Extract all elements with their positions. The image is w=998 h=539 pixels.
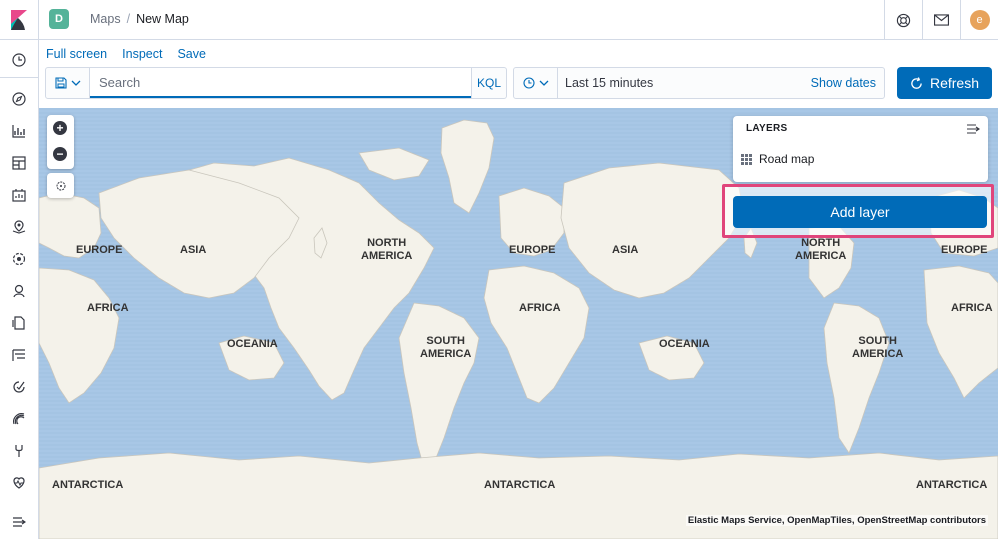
- label-antarctica: ANTARCTICA: [916, 479, 988, 491]
- discover-icon[interactable]: [9, 89, 29, 109]
- label-north-america: NORTH AMERICA: [795, 237, 847, 262]
- label-africa: AFRICA: [951, 302, 993, 314]
- infrastructure-icon[interactable]: [9, 281, 29, 301]
- user-avatar: e: [969, 10, 990, 30]
- zoom-out-icon[interactable]: −: [53, 147, 67, 161]
- save-link[interactable]: Save: [177, 47, 206, 61]
- nav-divider: [0, 77, 39, 78]
- space-avatar[interactable]: D: [49, 9, 69, 29]
- monitoring-icon[interactable]: [9, 473, 29, 493]
- breadcrumb-separator: /: [126, 12, 131, 26]
- time-range-label[interactable]: Last 15 minutes: [558, 76, 811, 90]
- label-africa: AFRICA: [87, 302, 129, 314]
- zoom-in-icon[interactable]: +: [53, 121, 67, 135]
- chevron-down-icon: [539, 80, 548, 86]
- saved-query-button[interactable]: [46, 68, 90, 98]
- calendar-clock-icon: [522, 77, 535, 89]
- refresh-button[interactable]: Refresh: [897, 67, 992, 99]
- query-bar: KQL: [45, 67, 507, 99]
- crosshair-icon: [56, 181, 65, 190]
- full-screen-link[interactable]: Full screen: [46, 47, 107, 61]
- label-europe: EUROPE: [509, 244, 556, 256]
- label-antarctica: ANTARCTICA: [484, 479, 556, 491]
- layer-road-map[interactable]: Road map: [741, 152, 814, 166]
- dev-tools-icon[interactable]: [9, 441, 29, 461]
- side-navigation: [0, 40, 39, 539]
- refresh-label: Refresh: [929, 75, 980, 91]
- label-europe: EUROPE: [76, 244, 123, 256]
- label-asia: ASIA: [612, 244, 639, 256]
- help-icon: [896, 13, 911, 27]
- top-header: D Maps / New Map e: [0, 0, 998, 40]
- time-picker: Last 15 minutes Show dates: [513, 67, 885, 99]
- mail-icon: [934, 14, 949, 26]
- zoom-control: + −: [47, 115, 74, 169]
- dashboard-icon[interactable]: [9, 153, 29, 173]
- ml-icon[interactable]: [9, 249, 29, 269]
- logs-icon[interactable]: [9, 313, 29, 333]
- apm-icon[interactable]: [9, 345, 29, 365]
- kibana-logo-icon: [11, 9, 27, 30]
- layers-panel: LAYERS Road map: [733, 116, 988, 182]
- maps-icon[interactable]: [9, 217, 29, 237]
- search-input[interactable]: [90, 68, 471, 98]
- newsfeed-button[interactable]: [922, 0, 960, 40]
- label-south-america: SOUTH AMERICA: [852, 335, 904, 360]
- label-south-america: SOUTH AMERICA: [420, 335, 472, 360]
- breadcrumb-maps[interactable]: Maps: [90, 12, 121, 26]
- layers-title: LAYERS: [746, 123, 788, 134]
- refresh-icon: [911, 76, 922, 89]
- inspect-link[interactable]: Inspect: [122, 47, 162, 61]
- collapse-nav-icon[interactable]: [9, 512, 29, 532]
- label-europe: EUROPE: [941, 244, 988, 256]
- layer-name: Road map: [759, 152, 815, 166]
- label-oceania: OCEANIA: [227, 338, 278, 350]
- query-language-button[interactable]: KQL: [471, 68, 506, 98]
- quick-menu-button[interactable]: [514, 68, 558, 98]
- breadcrumb: Maps / New Map: [90, 12, 189, 26]
- label-oceania: OCEANIA: [659, 338, 710, 350]
- canvas-icon[interactable]: [9, 185, 29, 205]
- breadcrumb-current: New Map: [136, 12, 189, 26]
- kibana-logo[interactable]: [0, 0, 39, 40]
- chevron-down-icon: [71, 80, 80, 86]
- label-asia: ASIA: [180, 244, 207, 256]
- label-antarctica: ANTARCTICA: [52, 479, 124, 491]
- uptime-icon[interactable]: [9, 377, 29, 397]
- siem-icon[interactable]: [9, 409, 29, 429]
- label-north-america: NORTH AMERICA: [361, 237, 413, 262]
- user-menu-button[interactable]: e: [960, 0, 998, 40]
- top-nav-menu: Full screen Inspect Save: [46, 47, 206, 61]
- show-dates-link[interactable]: Show dates: [811, 76, 884, 90]
- add-layer-button[interactable]: Add layer: [733, 196, 987, 228]
- recently-viewed-icon[interactable]: [9, 50, 29, 70]
- set-view-button[interactable]: [47, 173, 74, 198]
- collapse-icon: [967, 124, 980, 134]
- help-button[interactable]: [884, 0, 922, 40]
- map-attribution[interactable]: Elastic Maps Service, OpenMapTiles, Open…: [685, 515, 988, 526]
- visualize-icon[interactable]: [9, 121, 29, 141]
- collapse-layers-button[interactable]: [966, 122, 980, 140]
- grid-icon: [741, 153, 752, 165]
- label-africa: AFRICA: [519, 302, 561, 314]
- save-icon: [54, 77, 67, 89]
